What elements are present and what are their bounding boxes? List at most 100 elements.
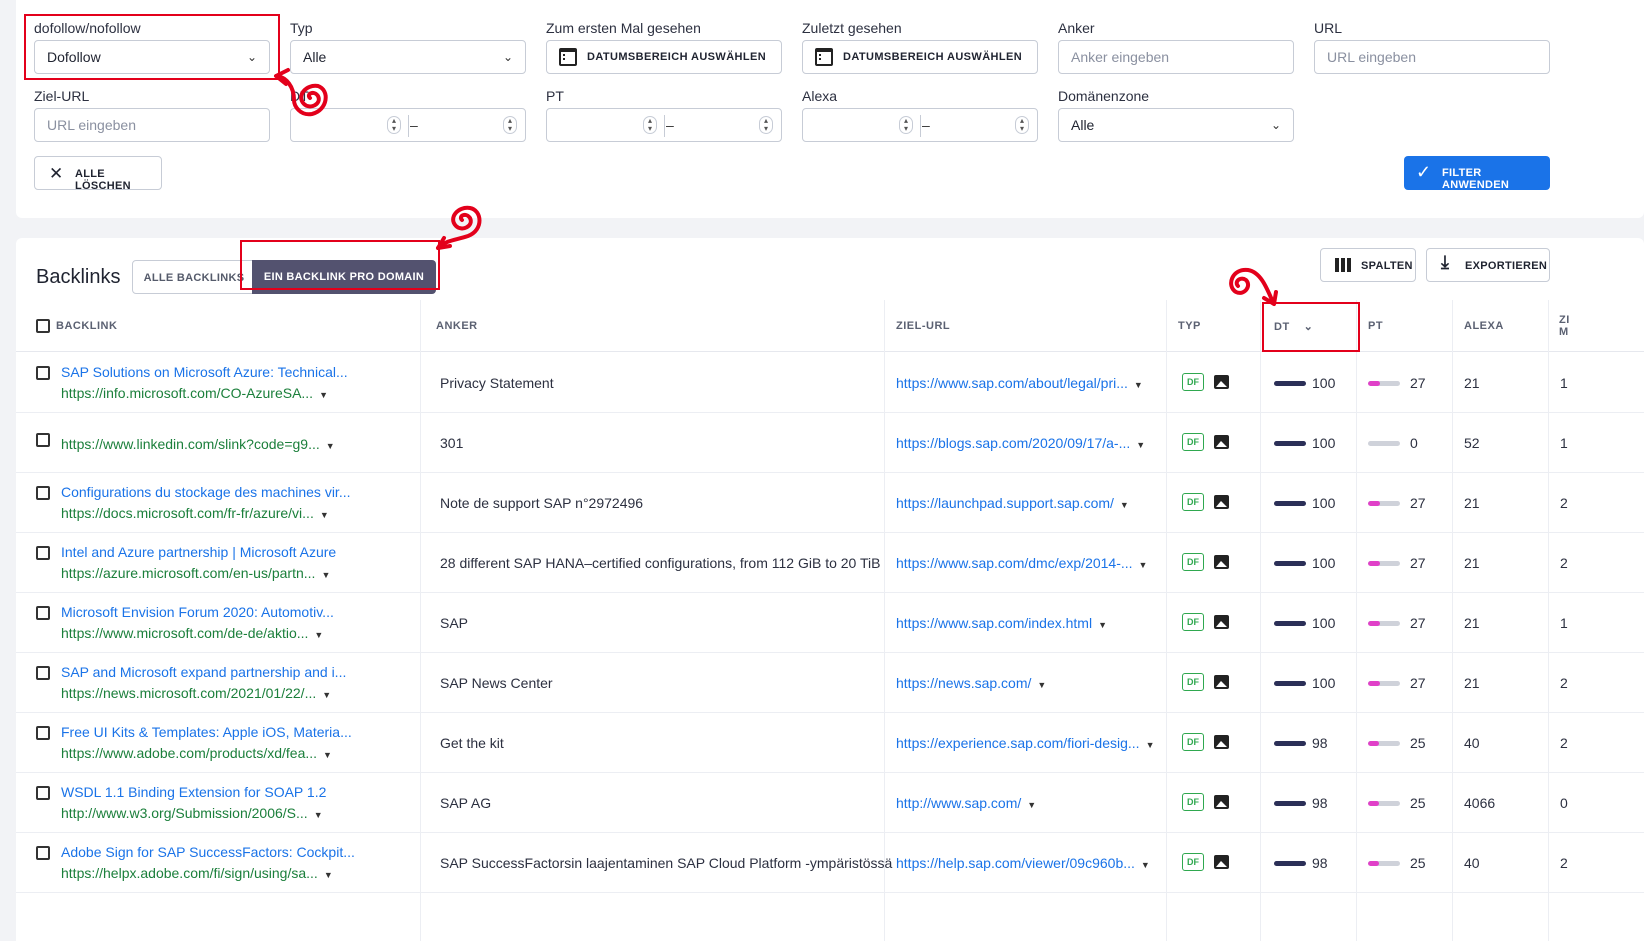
backlink-title-link[interactable]: Adobe Sign for SAP SuccessFactors: Cockp… <box>61 844 355 860</box>
spinner-arrows-icon[interactable]: ▴ ▾ <box>759 116 773 134</box>
header-anchor[interactable]: ANKER <box>436 320 478 332</box>
row-checkbox[interactable] <box>36 786 50 800</box>
spinner-arrows-icon[interactable]: ▴ ▾ <box>899 116 913 134</box>
spinner-arrows-icon[interactable]: ▴ ▾ <box>1015 116 1029 134</box>
spinner-arrows-icon[interactable]: ▴ ▾ <box>643 116 657 134</box>
backlink-url-link[interactable]: https://www.adobe.com/products/xd/fea...… <box>61 745 332 761</box>
backlink-title-link[interactable]: Configurations du stockage des machines … <box>61 484 351 500</box>
target-url-link[interactable]: https://news.sap.com/ ▼ <box>896 675 1046 691</box>
columns-button[interactable]: SPALTEN <box>1320 248 1416 282</box>
backlink-url-link[interactable]: https://helpx.adobe.com/fi/sign/using/sa… <box>61 865 333 881</box>
caret-down-icon[interactable]: ▼ <box>1141 860 1150 870</box>
caret-down-icon[interactable]: ▼ <box>1136 440 1145 450</box>
backlink-url-link[interactable]: https://info.microsoft.com/CO-AzureSA...… <box>61 385 328 401</box>
caret-down-icon[interactable]: ▼ <box>322 690 331 700</box>
row-checkbox[interactable] <box>36 846 50 860</box>
backlink-title-link[interactable]: WSDL 1.1 Binding Extension for SOAP 1.2 <box>61 784 326 800</box>
caret-down-icon[interactable]: ▼ <box>324 870 333 880</box>
backlink-url-link[interactable]: https://azure.microsoft.com/en-us/partn.… <box>61 565 330 581</box>
target-url-link[interactable]: http://www.sap.com/ ▼ <box>896 795 1036 811</box>
caret-down-icon[interactable]: ▼ <box>314 630 323 640</box>
row-checkbox[interactable] <box>36 606 50 620</box>
header-cut-off[interactable]: ZI M <box>1559 314 1570 338</box>
header-pt[interactable]: PT <box>1368 320 1383 332</box>
caret-down-icon[interactable]: ▼ <box>1146 740 1155 750</box>
url-filter: URL URL eingeben <box>1314 20 1550 76</box>
pt-bar <box>1368 561 1400 566</box>
last-seen-date-picker[interactable]: DATUMSBEREICH AUSWÄHLEN <box>802 40 1038 74</box>
alexa-value: 21 <box>1464 495 1480 511</box>
backlink-url-text: https://docs.microsoft.com/fr-fr/azure/v… <box>61 505 314 521</box>
alexa-range-input[interactable]: ▴ ▾ – ▴ ▾ <box>802 108 1038 142</box>
header-type[interactable]: TYP <box>1178 320 1201 332</box>
spinner-arrows-icon[interactable]: ▴ ▾ <box>387 116 401 134</box>
target-url-link[interactable]: https://launchpad.support.sap.com/ ▼ <box>896 495 1129 511</box>
caret-down-icon[interactable]: ▼ <box>326 441 335 451</box>
backlink-title-link[interactable]: Free UI Kits & Templates: Apple iOS, Mat… <box>61 724 352 740</box>
target-url-text: http://www.sap.com/ <box>896 795 1022 811</box>
backlink-url-link[interactable]: https://news.microsoft.com/2021/01/22/..… <box>61 685 331 701</box>
row-checkbox[interactable] <box>36 486 50 500</box>
row-checkbox[interactable] <box>36 726 50 740</box>
table-row: Microsoft Envision Forum 2020: Automotiv… <box>16 593 1644 653</box>
target-url-link[interactable]: https://blogs.sap.com/2020/09/17/a-... ▼ <box>896 435 1145 451</box>
backlink-url-link[interactable]: https://www.linkedin.com/slink?code=g9..… <box>61 436 335 452</box>
clear-all-button[interactable]: ✕ ALLE LÖSCHEN <box>34 156 162 192</box>
image-icon <box>1214 615 1229 629</box>
red-swirl-arrow-icon <box>436 205 482 250</box>
select-all-checkbox[interactable] <box>36 319 50 333</box>
url-input[interactable]: URL eingeben <box>1314 40 1550 74</box>
domain-zone-select[interactable]: Alle ⌄ <box>1058 108 1294 142</box>
pt-range-input[interactable]: ▴ ▾ – ▴ ▾ <box>546 108 782 142</box>
backlink-title-link[interactable]: SAP Solutions on Microsoft Azure: Techni… <box>61 364 348 380</box>
caret-down-icon[interactable]: ▼ <box>320 510 329 520</box>
target-url-input[interactable]: URL eingeben <box>34 108 270 142</box>
backlinks-panel: Backlinks ALLE BACKLINKS EIN BACKLINK PR… <box>16 238 1644 941</box>
caret-down-icon[interactable]: ▼ <box>1037 680 1046 690</box>
tab-all-backlinks[interactable]: ALLE BACKLINKS <box>132 260 256 294</box>
header-target-url[interactable]: ZIEL-URL <box>896 320 950 332</box>
apply-filter-button[interactable]: ✓ FILTER ANWENDEN <box>1404 156 1550 191</box>
header-backlink[interactable]: BACKLINK <box>56 320 117 332</box>
table-row: Intel and Azure partnership | Microsoft … <box>16 533 1644 593</box>
backlink-title-link[interactable]: Intel and Azure partnership | Microsoft … <box>61 544 336 560</box>
backlink-title-link[interactable]: Microsoft Envision Forum 2020: Automotiv… <box>61 604 334 620</box>
caret-down-icon[interactable]: ▼ <box>314 810 323 820</box>
target-url-link[interactable]: https://www.sap.com/about/legal/pri... ▼ <box>896 375 1143 391</box>
row-checkbox[interactable] <box>36 546 50 560</box>
domain-zone-value: Alle <box>1071 117 1095 133</box>
backlink-title-link[interactable]: SAP and Microsoft expand partnership and… <box>61 664 346 680</box>
caret-down-icon[interactable]: ▼ <box>1134 380 1143 390</box>
row-checkbox[interactable] <box>36 666 50 680</box>
alexa-filter: Alexa ▴ ▾ – ▴ ▾ <box>802 88 1038 144</box>
caret-down-icon[interactable]: ▼ <box>1098 620 1107 630</box>
alexa-value: 4066 <box>1464 795 1496 811</box>
annotation-box-dt-column <box>1262 302 1360 352</box>
calendar-icon <box>815 48 833 66</box>
header-alexa[interactable]: ALEXA <box>1464 320 1504 332</box>
caret-down-icon[interactable]: ▼ <box>1120 500 1129 510</box>
export-button[interactable]: ⤓ EXPORTIEREN <box>1426 248 1550 282</box>
image-icon <box>1214 795 1229 809</box>
target-url-link[interactable]: https://help.sap.com/viewer/09c960b... ▼ <box>896 855 1150 871</box>
target-url-link[interactable]: https://www.sap.com/index.html ▼ <box>896 615 1107 631</box>
row-checkbox[interactable] <box>36 433 50 447</box>
first-seen-date-picker[interactable]: DATUMSBEREICH AUSWÄHLEN <box>546 40 782 74</box>
caret-down-icon[interactable]: ▼ <box>1139 560 1148 570</box>
backlink-url-link[interactable]: https://www.microsoft.com/de-de/aktio...… <box>61 625 323 641</box>
anchor-input[interactable]: Anker eingeben <box>1058 40 1294 74</box>
table-row: SAP Solutions on Microsoft Azure: Techni… <box>16 353 1644 413</box>
spinner-arrows-icon[interactable]: ▴ ▾ <box>503 116 517 134</box>
caret-down-icon[interactable]: ▼ <box>1027 800 1036 810</box>
pt-bar <box>1368 441 1400 446</box>
cut-off-value: 2 <box>1560 675 1568 691</box>
target-url-link[interactable]: https://www.sap.com/dmc/exp/2014-... ▼ <box>896 555 1147 571</box>
caret-down-icon[interactable]: ▼ <box>319 390 328 400</box>
caret-down-icon[interactable]: ▼ <box>323 750 332 760</box>
caret-down-icon[interactable]: ▼ <box>321 570 330 580</box>
alexa-value: 52 <box>1464 435 1480 451</box>
backlink-url-link[interactable]: https://docs.microsoft.com/fr-fr/azure/v… <box>61 505 329 521</box>
backlink-url-link[interactable]: http://www.w3.org/Submission/2006/S... ▼ <box>61 805 323 821</box>
target-url-link[interactable]: https://experience.sap.com/fiori-desig..… <box>896 735 1154 751</box>
row-checkbox[interactable] <box>36 366 50 380</box>
